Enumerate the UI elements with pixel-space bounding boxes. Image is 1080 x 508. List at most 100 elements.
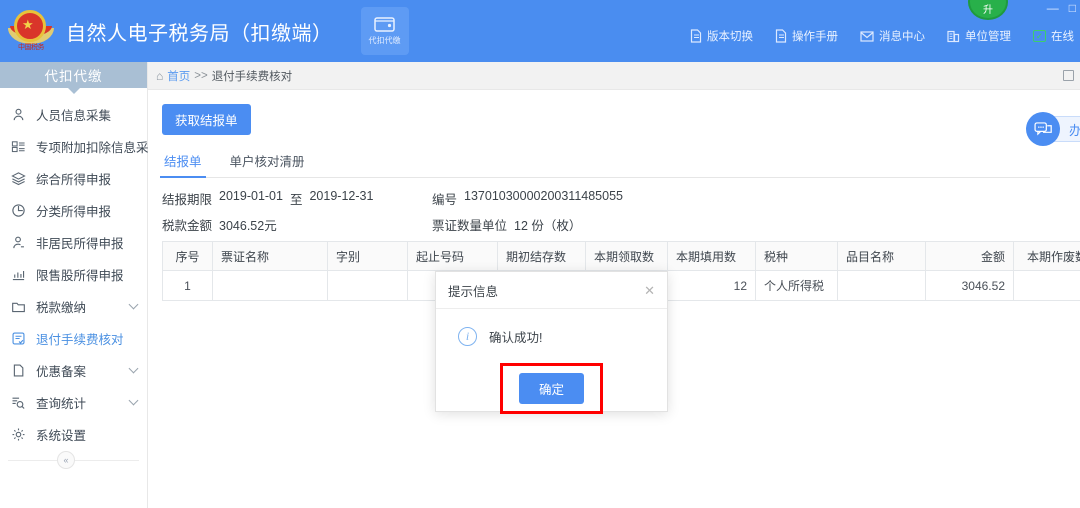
modal-header: 提示信息 ✕ (436, 272, 667, 309)
cell-word-type (328, 271, 408, 301)
table-header-row: 序号 票证名称 字别 起止号码 期初结存数 本期领取数 本期填用数 税种 品目名… (163, 242, 1080, 271)
field-period: 结报期限 2019-01-01 至 2019-12-31 (162, 189, 432, 208)
sidebar-item-label: 综合所得申报 (36, 169, 111, 188)
chat-bubbles-icon[interactable] (1026, 112, 1060, 146)
summary-info: 结报期限 2019-01-01 至 2019-12-31 编号 13701030… (162, 189, 862, 234)
document-icon (775, 29, 787, 43)
sidebar-item-preferential-filing[interactable]: 优惠备案 (0, 354, 147, 386)
chevron-down-icon (129, 364, 139, 374)
chevron-down-icon (129, 396, 139, 406)
breadcrumb-separator: >> (194, 70, 207, 82)
sidebar-item-refund-fee-verification[interactable]: 退付手续费核对 (0, 322, 147, 354)
field-label: 编号 (432, 189, 457, 208)
field-tax-amount: 税款金额 3046.52元 (162, 215, 432, 234)
info-circle-icon: i (458, 327, 477, 346)
top-nav-item-manual[interactable]: 操作手册 (775, 28, 838, 44)
sidebar-item-label: 人员信息采集 (36, 105, 111, 124)
col-word-type[interactable]: 字别 (328, 242, 408, 271)
sidebar-item-comprehensive-income-declaration[interactable]: 综合所得申报 (0, 162, 147, 194)
sidebar-title: 代扣代缴 (0, 62, 147, 88)
highlight-annotation: 确定 (500, 363, 603, 414)
confirmation-modal: 提示信息 ✕ i 确认成功! 确定 (435, 271, 668, 412)
breadcrumb: ⌂ 首页 >> 退付手续费核对 (148, 62, 1080, 90)
field-value-end: 2019-12-31 (309, 189, 373, 208)
sidebar-item-special-deduction-info[interactable]: 专项附加扣除信息采集 (0, 130, 147, 162)
sidebar-item-restricted-stock-declaration[interactable]: 限售股所得申报 (0, 258, 147, 290)
sidebar-item-nonresident-income-declaration[interactable]: 非居民所得申报 (0, 226, 147, 258)
window-icon[interactable] (1063, 70, 1074, 81)
top-nav-label: 单位管理 (965, 28, 1011, 44)
modal-message: 确认成功! (489, 327, 542, 346)
double-chevron-left-icon[interactable]: « (57, 451, 75, 469)
modal-confirm-button[interactable]: 确定 (519, 373, 584, 404)
sidebar-item-label: 退付手续费核对 (36, 329, 124, 348)
upgrade-badge[interactable]: 升 (968, 0, 1008, 20)
col-index[interactable]: 序号 (163, 242, 213, 271)
monitor-check-icon: ✓ (1033, 30, 1046, 42)
minimize-button[interactable]: — (1047, 2, 1059, 14)
modal-body: i 确认成功! (436, 309, 667, 346)
top-nav-label: 在线 (1051, 28, 1074, 44)
sidebar-item-label: 分类所得申报 (36, 201, 111, 220)
cell-index: 1 (163, 271, 213, 301)
col-item-name[interactable]: 品目名称 (838, 242, 926, 271)
mode-card-label: 代扣代缴 (369, 35, 401, 46)
breadcrumb-home-link[interactable]: 首页 (167, 68, 190, 84)
person-alt-icon (10, 234, 26, 250)
top-nav-label: 版本切换 (707, 28, 753, 44)
sidebar-menu: 人员信息采集 专项附加扣除信息采集 综合所得申报 分类所得申报 (0, 88, 147, 450)
top-nav-item-online[interactable]: ✓ 在线 (1033, 28, 1074, 44)
field-value: 13701030000200311485055 (464, 189, 623, 208)
sidebar-item-label: 非居民所得申报 (36, 233, 124, 252)
fetch-settlement-button[interactable]: 获取结报单 (162, 104, 251, 135)
search-list-icon (10, 394, 26, 410)
sidebar: 代扣代缴 人员信息采集 专项附加扣除信息采集 综合所得申报 (0, 62, 148, 508)
cell-voucher-name (213, 271, 328, 301)
col-tax-type[interactable]: 税种 (756, 242, 838, 271)
sidebar-item-tax-payment[interactable]: 税款缴纳 (0, 290, 147, 322)
sidebar-item-label: 限售股所得申报 (36, 265, 124, 284)
building-icon (947, 30, 960, 43)
maximize-button[interactable]: □ (1069, 2, 1076, 14)
col-voucher-name[interactable]: 票证名称 (213, 242, 328, 271)
top-nav-item-message-center[interactable]: 消息中心 (860, 28, 925, 44)
sidebar-collapse-area: « (0, 440, 147, 480)
field-value-join: 至 (290, 189, 303, 208)
sidebar-item-personnel-info[interactable]: 人员信息采集 (0, 98, 147, 130)
sidebar-item-query-statistics[interactable]: 查询统计 (0, 386, 147, 418)
sidebar-item-classified-income-declaration[interactable]: 分类所得申报 (0, 194, 147, 226)
wallet-icon (374, 16, 396, 33)
close-icon[interactable]: ✕ (644, 284, 655, 297)
col-opening-balance[interactable]: 期初结存数 (498, 242, 586, 271)
envelope-icon (860, 31, 874, 42)
col-used-this-period[interactable]: 本期填用数 (668, 242, 756, 271)
col-number-range[interactable]: 起止号码 (408, 242, 498, 271)
tab-single-household-list[interactable]: 单户核对清册 (228, 151, 307, 177)
chart-bars-icon (10, 266, 26, 282)
col-received-this-period[interactable]: 本期领取数 (586, 242, 668, 271)
top-nav-item-version-switch[interactable]: 版本切换 (690, 28, 753, 44)
person-icon (10, 106, 26, 122)
modal-footer: 确定 (436, 363, 667, 414)
receipt-check-icon (10, 330, 26, 346)
sidebar-item-label: 查询统计 (36, 393, 86, 412)
home-icon: ⌂ (156, 70, 163, 82)
online-service-widget[interactable]: 办 (1026, 112, 1080, 146)
field-value: 12 份（枚） (514, 215, 581, 234)
col-voided[interactable]: 本期作废数 (1014, 242, 1080, 271)
sidebar-item-label: 税款缴纳 (36, 297, 86, 316)
app-title: 自然人电子税务局（扣缴端） (66, 17, 333, 46)
field-value-start: 2019-01-01 (219, 189, 283, 208)
field-value: 3046.52元 (219, 215, 277, 234)
tax-emblem-logo: ★ 中国税务 (8, 8, 54, 54)
top-nav-item-unit-management[interactable]: 单位管理 (947, 28, 1011, 44)
tab-settlement-form[interactable]: 结报单 (162, 151, 204, 177)
mode-card-daikoudaijiao[interactable]: 代扣代缴 (361, 7, 409, 55)
cell-tax-type: 个人所得税 (756, 271, 838, 301)
summary-row: 税款金额 3046.52元 票证数量单位 12 份（枚） (162, 215, 862, 234)
field-voucher-quantity: 票证数量单位 12 份（枚） (432, 215, 581, 234)
cell-used: 12 (668, 271, 756, 301)
field-label: 结报期限 (162, 189, 212, 208)
field-label: 税款金额 (162, 215, 212, 234)
col-amount[interactable]: 金额 (926, 242, 1014, 271)
